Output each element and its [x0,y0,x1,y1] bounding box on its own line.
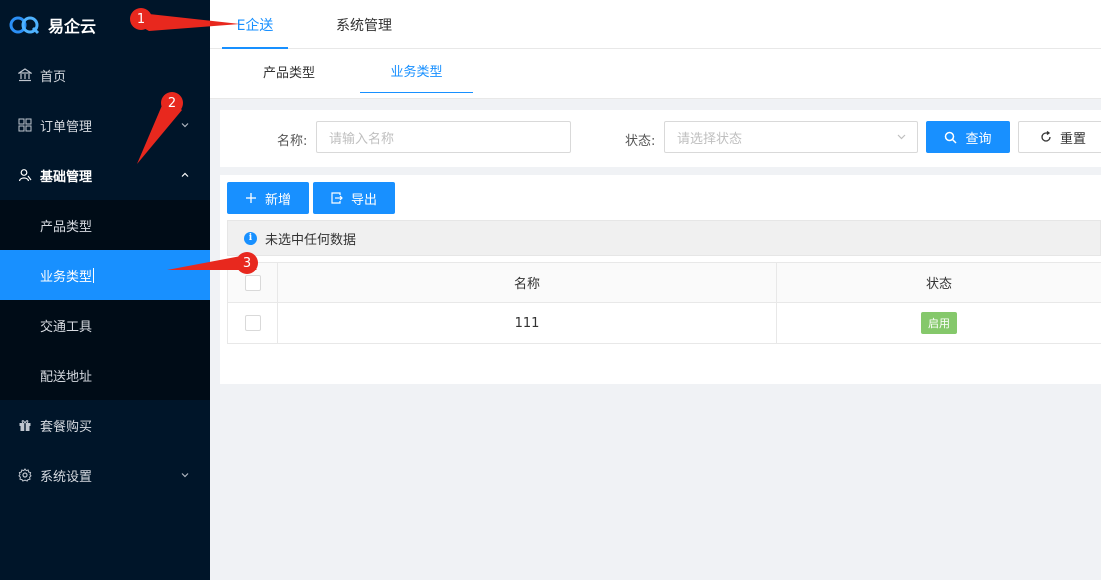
reset-button[interactable]: 重置 [1018,121,1101,153]
name-label: 名称: [277,134,308,149]
top-nav: E企送 系统管理 [210,0,1101,49]
grid-icon [18,118,32,132]
annotation-marker-3: 3 [236,252,258,274]
column-header-status[interactable]: 状态 [777,263,1101,302]
submenu-item-label: 交通工具 [40,319,93,335]
reset-button-label: 重置 [1059,131,1086,147]
chevron-down-icon [180,120,190,130]
app-name: 易企云 [48,17,97,36]
add-button[interactable]: 新增 [227,182,309,214]
info-icon: i [244,231,257,245]
plus-icon [245,192,257,204]
sidebar-item-label: 订单管理 [40,119,93,135]
submenu-item-label: 业务类型 [40,269,93,285]
submenu-item-product-type[interactable]: 产品类型 [0,200,210,250]
submenu-basic-management: 产品类型 业务类型 交通工具 配送地址 [0,200,210,400]
search-icon [944,131,958,144]
name-cell: 111 [278,303,777,343]
annotation-marker-2: 2 [161,92,183,114]
table-header: 名称 状态 [228,263,1101,303]
selection-alert-text: 未选中任何数据 [265,232,357,248]
sidebar-item-basic-management[interactable]: 基础管理 [0,150,210,200]
tab-system-management[interactable]: 系统管理 [336,0,392,49]
column-header-name[interactable]: 名称 [278,263,777,302]
subtab-label: 产品类型 [262,65,315,81]
logo-icon [8,13,42,37]
status-select-placeholder: 请选择状态 [677,131,743,147]
export-button-label: 导出 [350,192,377,208]
status-badge: 启用 [921,312,957,334]
sidebar-item-label: 系统设置 [40,469,93,485]
query-button-label: 查询 [965,131,992,147]
sidebar-item-home[interactable]: 首页 [0,50,210,100]
submenu-item-label: 配送地址 [40,369,93,385]
submenu-item-vehicle[interactable]: 交通工具 [0,300,210,350]
status-label: 状态: [625,134,656,149]
status-cell: 启用 [777,303,1101,343]
gift-icon [18,418,32,432]
subtab-product-type[interactable]: 产品类型 [246,49,332,93]
export-button[interactable]: 导出 [313,182,395,214]
user-group-icon [18,168,32,182]
submenu-item-label: 产品类型 [40,219,93,235]
row-checkbox[interactable] [244,315,261,331]
export-icon [331,192,343,204]
submenu-item-delivery-address[interactable]: 配送地址 [0,350,210,400]
sidebar: 易企云 首页 订单管理 基础管理 产品类型 业务类型 交通工具 配送地址 套餐购… [0,0,210,580]
sidebar-item-label: 基础管理 [40,169,93,185]
tab-e-delivery[interactable]: E企送 [222,0,288,49]
chevron-up-icon [180,170,190,180]
tab-label: E企送 [236,17,274,34]
query-button[interactable]: 查询 [926,121,1010,153]
sidebar-item-label: 首页 [40,69,67,85]
selection-alert: i 未选中任何数据 [227,220,1101,256]
name-input-placeholder: 请输入名称 [329,131,395,147]
refresh-icon [1040,131,1052,143]
data-table: 名称 状态 111 启用 [227,262,1101,344]
chevron-down-icon [180,470,190,480]
sidebar-item-package-purchase[interactable]: 套餐购买 [0,400,210,450]
tab-label: 系统管理 [336,17,392,34]
sidebar-item-label: 套餐购买 [40,419,93,435]
text-cursor [93,267,95,283]
add-button-label: 新增 [264,192,291,208]
gear-icon [18,468,32,482]
subtab-label: 业务类型 [390,65,443,80]
status-select[interactable]: 请选择状态 [664,121,918,153]
row-checkbox-cell [228,303,278,343]
search-panel: 名称: 请输入名称 状态: 请选择状态 查询 重置 [220,110,1101,167]
select-all-checkbox[interactable] [244,274,261,291]
submenu-item-business-type[interactable]: 业务类型 [0,250,210,300]
logo[interactable]: 易企云 [0,0,210,50]
table-row[interactable]: 111 启用 [228,303,1101,343]
table-panel: 新增 导出 i 未选中任何数据 名称 状态 111 启用 [220,175,1101,384]
sidebar-item-system-settings[interactable]: 系统设置 [0,450,210,500]
bank-icon [18,68,32,82]
subtab-business-type[interactable]: 业务类型 [360,49,473,93]
chevron-down-icon [896,131,907,145]
sub-nav: 产品类型 业务类型 [210,49,1101,99]
name-input[interactable]: 请输入名称 [316,121,571,153]
annotation-marker-1: 1 [130,8,152,30]
